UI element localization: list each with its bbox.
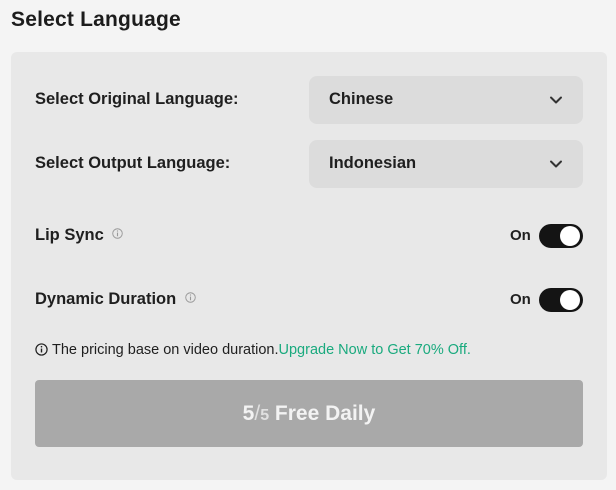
output-language-select[interactable]: Indonesian [309, 140, 583, 188]
lip-sync-row-label: Lip Sync [35, 226, 124, 245]
language-settings-panel: Select Original Language: Chinese Select… [11, 52, 607, 480]
info-icon [35, 342, 48, 356]
original-language-value: Chinese [329, 90, 394, 108]
output-language-value: Indonesian [329, 154, 417, 172]
chevron-down-icon [550, 96, 562, 104]
dynamic-duration-state: On [510, 291, 531, 308]
free-daily-label: Free Daily [269, 402, 376, 425]
lip-sync-state: On [510, 227, 531, 244]
free-used-count: 5 [242, 402, 255, 425]
info-icon[interactable] [112, 228, 124, 239]
pricing-note-text: The pricing base on video duration. [52, 342, 279, 358]
chevron-down-icon [550, 160, 562, 168]
original-language-label: Select Original Language: [35, 90, 239, 108]
pricing-note: The pricing base on video duration.Upgra… [35, 342, 471, 358]
lip-sync-toggle[interactable] [539, 224, 583, 248]
lip-sync-label: Lip Sync [35, 226, 104, 244]
free-daily-button[interactable]: 5/5 Free Daily [35, 380, 583, 447]
free-total-count: 5 [260, 407, 270, 424]
page-title: Select Language [11, 8, 181, 31]
toggle-knob [560, 290, 580, 310]
original-language-select[interactable]: Chinese [309, 76, 583, 124]
upgrade-link[interactable]: Upgrade Now to Get 70% Off. [279, 342, 471, 358]
toggle-knob [560, 226, 580, 246]
dynamic-duration-row-label: Dynamic Duration [35, 290, 196, 309]
dynamic-duration-label: Dynamic Duration [35, 290, 177, 308]
output-language-label: Select Output Language: [35, 154, 231, 172]
info-icon[interactable] [185, 292, 196, 303]
dynamic-duration-toggle[interactable] [539, 288, 583, 312]
